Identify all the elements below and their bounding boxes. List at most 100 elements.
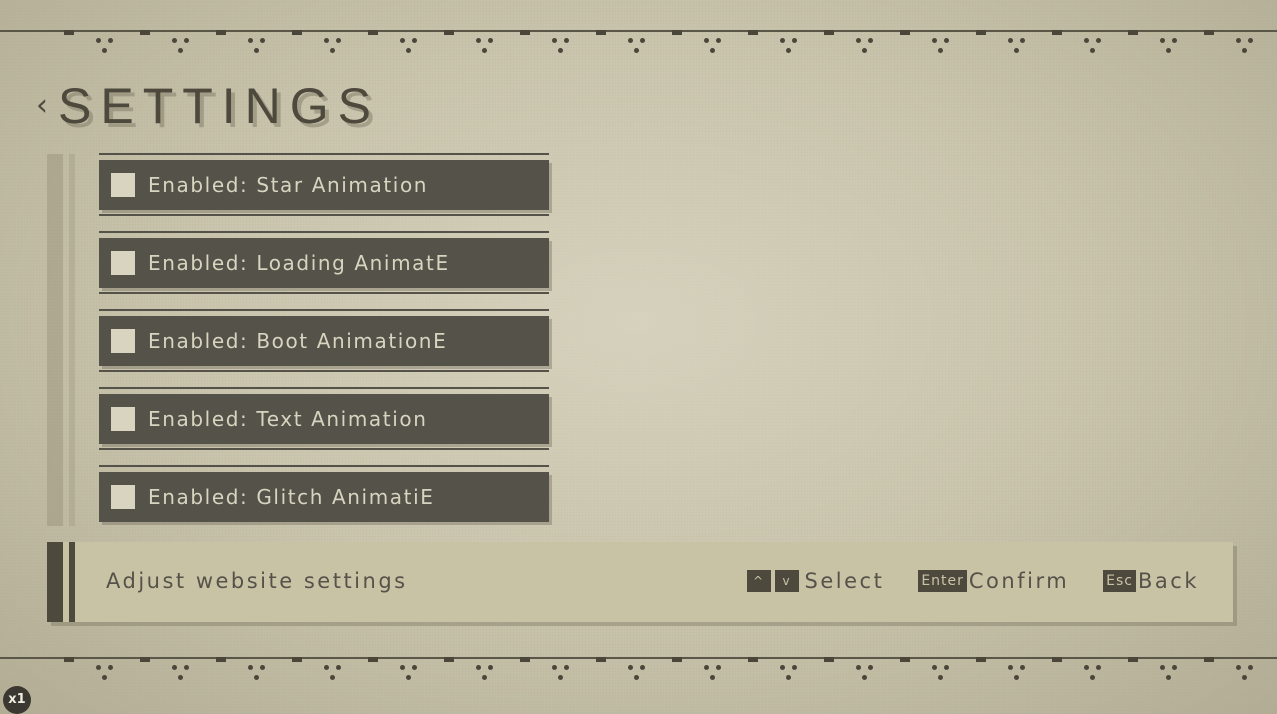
border-dot [400, 38, 405, 43]
border-dot [412, 665, 417, 670]
border-dash [64, 30, 74, 35]
page-header: ‹ SETTINGS [36, 76, 380, 136]
setting-bar[interactable]: Enabled: Boot AnimationE [99, 316, 549, 366]
border-dot [786, 48, 791, 53]
border-dot [640, 665, 645, 670]
border-dot [1160, 38, 1165, 43]
border-dot [330, 675, 335, 680]
border-dash [748, 30, 758, 35]
item-rule-bottom [99, 292, 549, 294]
item-rule-top [99, 465, 549, 467]
checkbox[interactable] [111, 251, 135, 275]
border-dot [488, 665, 493, 670]
chevron-left-icon[interactable]: ‹ [36, 91, 48, 121]
border-dot [564, 665, 569, 670]
border-dot [868, 665, 873, 670]
border-dot [96, 38, 101, 43]
border-dot [558, 48, 563, 53]
item-rule-top [99, 231, 549, 233]
setting-item-star-animation[interactable]: Enabled: Star Animation [99, 153, 549, 231]
border-dot [1242, 675, 1247, 680]
border-dot [628, 38, 633, 43]
border-dot [792, 665, 797, 670]
border-dot [324, 665, 329, 670]
item-rule-bottom [99, 370, 549, 372]
border-dot [564, 38, 569, 43]
checkbox[interactable] [111, 485, 135, 509]
setting-item-boot-animation[interactable]: Enabled: Boot AnimationE [99, 309, 549, 387]
checkbox[interactable] [111, 173, 135, 197]
border-dash [824, 30, 834, 35]
border-dash [292, 657, 302, 662]
border-dot [330, 48, 335, 53]
border-dash [368, 657, 378, 662]
border-dash [444, 30, 454, 35]
border-dot [254, 675, 259, 680]
border-dash [216, 657, 226, 662]
border-dot [1236, 665, 1241, 670]
border-dot [1014, 48, 1019, 53]
setting-item-text-animation[interactable]: Enabled: Text Animation [99, 387, 549, 465]
setting-bar[interactable]: Enabled: Text Animation [99, 394, 549, 444]
border-dot [792, 38, 797, 43]
border-dot [476, 38, 481, 43]
border-dot [710, 48, 715, 53]
border-dot [108, 38, 113, 43]
border-dot [552, 665, 557, 670]
item-rule-top [99, 309, 549, 311]
border-dot [938, 675, 943, 680]
setting-bar[interactable]: Enabled: Star Animation [99, 160, 549, 210]
border-dot [704, 38, 709, 43]
border-dash [672, 657, 682, 662]
hint-confirm: Enter Confirm [918, 569, 1069, 593]
border-dot [634, 675, 639, 680]
border-dot [1008, 38, 1013, 43]
setting-label: Enabled: Text Animation [148, 407, 428, 431]
border-dot [260, 665, 265, 670]
border-dot [640, 38, 645, 43]
setting-label: Enabled: Glitch AnimatiE [148, 485, 435, 509]
border-dot [1166, 675, 1171, 680]
border-dot [184, 665, 189, 670]
item-rule-bottom [99, 448, 549, 450]
checkbox[interactable] [111, 407, 135, 431]
border-dot [716, 38, 721, 43]
border-dot [1090, 48, 1095, 53]
border-dot [184, 38, 189, 43]
border-dot [178, 675, 183, 680]
border-dot [628, 665, 633, 670]
border-dot [96, 665, 101, 670]
footer-bar: Adjust website settings ^ v Select Enter… [47, 542, 1233, 622]
border-dot [710, 675, 715, 680]
scrollbar-track[interactable] [47, 154, 63, 526]
hint-select-label: Select [804, 569, 885, 593]
border-dot [336, 665, 341, 670]
setting-label: Enabled: Star Animation [148, 173, 429, 197]
border-dot [1242, 48, 1247, 53]
checkbox[interactable] [111, 329, 135, 353]
border-dot [558, 675, 563, 680]
border-dot [172, 665, 177, 670]
setting-item-glitch-animation[interactable]: Enabled: Glitch AnimatiE [99, 465, 549, 543]
border-dot [248, 38, 253, 43]
esc-key-icon: Esc [1103, 570, 1137, 592]
border-dash [216, 30, 226, 35]
border-dash [1204, 657, 1214, 662]
top-decorative-border [0, 28, 1277, 58]
border-dot [944, 38, 949, 43]
setting-item-loading-animation[interactable]: Enabled: Loading AnimatE [99, 231, 549, 309]
border-dot [1248, 665, 1253, 670]
border-dot [856, 38, 861, 43]
scrollbar-rail [69, 154, 75, 526]
bottom-decorative-border [0, 655, 1277, 685]
border-dot [108, 665, 113, 670]
border-dot [260, 38, 265, 43]
setting-bar[interactable]: Enabled: Glitch AnimatiE [99, 472, 549, 522]
border-dash [368, 30, 378, 35]
settings-list: Enabled: Star Animation Enabled: Loading… [99, 153, 549, 543]
border-dash [520, 30, 530, 35]
setting-bar[interactable]: Enabled: Loading AnimatE [99, 238, 549, 288]
border-dash [748, 657, 758, 662]
border-dash [824, 657, 834, 662]
top-border-line [0, 30, 1277, 32]
